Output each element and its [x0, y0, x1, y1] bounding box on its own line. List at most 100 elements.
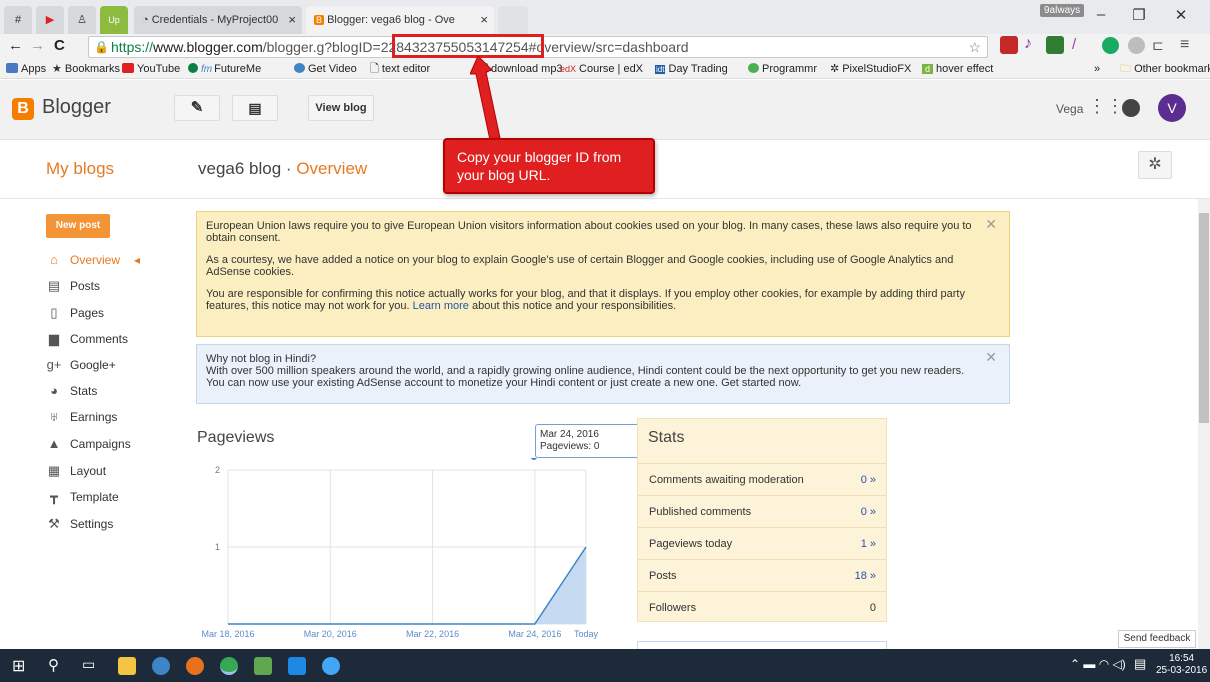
- bookmark-hover-effect[interactable]: d hover effect: [922, 60, 993, 78]
- pinned-tab[interactable]: #: [4, 6, 32, 34]
- music-extension-icon[interactable]: ♪: [1024, 35, 1032, 53]
- sidebar-item-layout[interactable]: ▦ Layout: [46, 462, 106, 480]
- close-tab-icon[interactable]: ×: [288, 6, 296, 34]
- bookmarks-overflow-icon[interactable]: »: [1094, 60, 1100, 78]
- bookmark-pixelstudiofx[interactable]: ✲ PixelStudioFX: [830, 60, 911, 78]
- search-icon[interactable]: ⚲: [48, 656, 59, 674]
- sidebar-item-posts[interactable]: ▤ Posts: [46, 277, 100, 295]
- bookmark-youtube[interactable]: YouTube: [122, 60, 180, 78]
- bookmark-edx[interactable]: edX Course | edX: [560, 60, 643, 78]
- bookmark-programmr[interactable]: Programmr: [748, 60, 817, 78]
- template-icon: ┳: [50, 489, 58, 504]
- stats-row: Comments awaiting moderation 0 »: [638, 463, 886, 495]
- sidebar-item-template[interactable]: ┳ Template: [46, 488, 119, 506]
- pen-extension-icon[interactable]: /: [1072, 36, 1076, 53]
- sidebar-item-googleplus[interactable]: g+ Google+: [46, 356, 116, 374]
- avatar[interactable]: V: [1158, 94, 1186, 122]
- stats-row: Followers 0: [638, 591, 886, 623]
- new-tab-button[interactable]: [498, 6, 528, 34]
- stats-link[interactable]: 1 »: [861, 528, 876, 560]
- bookmark-apps[interactable]: Apps: [6, 60, 46, 78]
- stats-row: Published comments 0 »: [638, 495, 886, 527]
- hindi-notice: Why not blog in Hindi? With over 500 mil…: [196, 344, 1010, 404]
- task-view-icon[interactable]: ▭: [82, 656, 95, 673]
- close-window-icon[interactable]: ✕: [1166, 6, 1196, 24]
- bookmark-text-editor[interactable]: 🗋 text editor: [370, 60, 430, 78]
- minimize-icon[interactable]: –: [1086, 6, 1116, 23]
- forward-icon[interactable]: →: [30, 37, 45, 54]
- windows-start-icon[interactable]: ⊞: [12, 656, 25, 676]
- page-title: vega6 blog · Overview: [198, 159, 368, 178]
- app-icon[interactable]: [254, 657, 272, 675]
- notifications-icon[interactable]: [1122, 99, 1140, 117]
- sidebar-item-overview[interactable]: ⌂ Overview ◂: [46, 251, 140, 269]
- firefox-icon[interactable]: [186, 657, 204, 675]
- pinned-tab-youtube[interactable]: ▶: [36, 6, 64, 34]
- scrollbar-thumb[interactable]: [1199, 213, 1209, 423]
- tab-blogger[interactable]: B Blogger: vega6 blog - Ove ×: [306, 6, 494, 34]
- extension-icon[interactable]: [1000, 36, 1018, 54]
- my-blogs-link[interactable]: My blogs: [46, 159, 114, 179]
- sidebar-item-campaigns[interactable]: ▲ Campaigns: [46, 435, 131, 453]
- other-bookmarks[interactable]: 🗀 Other bookmarks: [1120, 60, 1210, 78]
- programmr-icon: [748, 63, 759, 73]
- sidebar-item-settings[interactable]: ⚒ Settings: [46, 515, 113, 533]
- stats-link[interactable]: 0 »: [861, 496, 876, 528]
- callout: Copy your blogger ID from your blog URL.: [443, 138, 655, 194]
- new-post-button[interactable]: New post: [46, 214, 110, 238]
- file-explorer-icon[interactable]: [118, 657, 136, 675]
- grammarly-icon[interactable]: [1102, 37, 1119, 54]
- cast-icon[interactable]: ⊏: [1152, 37, 1164, 54]
- clock[interactable]: 16:54 25-03-2016: [1156, 653, 1207, 677]
- bookmark-futureme[interactable]: fm FutureMe: [188, 60, 261, 78]
- edge-icon[interactable]: [152, 657, 170, 675]
- sidebar-item-comments[interactable]: ▆ Comments: [46, 330, 128, 348]
- close-tab-icon[interactable]: ×: [480, 6, 488, 34]
- app-icon[interactable]: [322, 657, 340, 675]
- new-post-pencil-button[interactable]: ✎: [174, 95, 220, 121]
- stats-link[interactable]: 0 »: [861, 464, 876, 496]
- reload-icon[interactable]: C: [54, 37, 65, 54]
- skype-icon[interactable]: [288, 657, 306, 675]
- blogger-logo-icon[interactable]: B: [12, 98, 34, 120]
- menu-icon[interactable]: ≡: [1180, 36, 1189, 54]
- star-icon[interactable]: ☆: [968, 37, 981, 57]
- pageviews-chart: 1 2 Mar 18, 2016 Mar 20, 2016 Mar 22, 2016 Ma…: [201, 458, 599, 639]
- page-icon: 🗋: [370, 63, 382, 75]
- maximize-icon[interactable]: ❐: [1124, 6, 1154, 24]
- dismiss-hindi-notice-icon[interactable]: ✕: [985, 350, 997, 364]
- chrome-icon[interactable]: [220, 657, 238, 675]
- blog-id-highlight: [392, 34, 544, 58]
- x-tick-label: Mar 24, 2016: [508, 629, 561, 639]
- view-blog-button[interactable]: View blog: [308, 95, 374, 121]
- pinned-tab-upwork[interactable]: Up: [100, 6, 128, 34]
- googleplus-icon: g+: [46, 357, 62, 372]
- stats-icon: ◕: [50, 383, 58, 398]
- blogger-wordmark[interactable]: Blogger: [42, 96, 111, 119]
- bookmark-bookmarks[interactable]: ★ Bookmarks: [52, 60, 120, 78]
- lock-icon: 🔒: [94, 40, 109, 54]
- back-icon[interactable]: ←: [8, 37, 23, 54]
- stats-title: Stats: [648, 429, 685, 446]
- action-center-icon[interactable]: ▤: [1134, 656, 1146, 672]
- tab-credentials[interactable]: ◔ Credentials - MyProject00 ×: [134, 6, 302, 34]
- posts-list-button[interactable]: ▤: [232, 95, 278, 121]
- blogger-header: B Blogger ✎ ▤ View blog Vega ⋮⋮ V: [0, 80, 1210, 140]
- bookmark-day-trading[interactable]: idt Day Trading: [655, 60, 728, 78]
- apps-icon: [6, 63, 18, 73]
- bookmark-get-video[interactable]: Get Video: [294, 60, 357, 78]
- extension-icon[interactable]: [1128, 37, 1145, 54]
- stats-link[interactable]: 18 »: [855, 560, 876, 592]
- learn-more-link[interactable]: Learn more: [413, 300, 469, 312]
- dismiss-cookie-notice-icon[interactable]: ✕: [985, 217, 997, 231]
- sidebar-item-pages[interactable]: ▯ Pages: [46, 304, 104, 322]
- sidebar-item-earnings[interactable]: ♅ Earnings: [46, 408, 117, 426]
- send-feedback-button[interactable]: Send feedback: [1118, 630, 1196, 648]
- system-tray-icons[interactable]: ⌃ ▬ ◠ ◁): [1070, 657, 1126, 671]
- extension-icon[interactable]: [1046, 36, 1064, 54]
- profile-badge[interactable]: 9always: [1040, 4, 1085, 17]
- settings-gear-button[interactable]: ✲: [1138, 151, 1172, 179]
- pinned-tab[interactable]: ♙: [68, 6, 96, 34]
- sidebar-item-stats[interactable]: ◕ Stats: [46, 382, 97, 400]
- apps-grid-icon[interactable]: ⋮⋮: [1088, 96, 1124, 117]
